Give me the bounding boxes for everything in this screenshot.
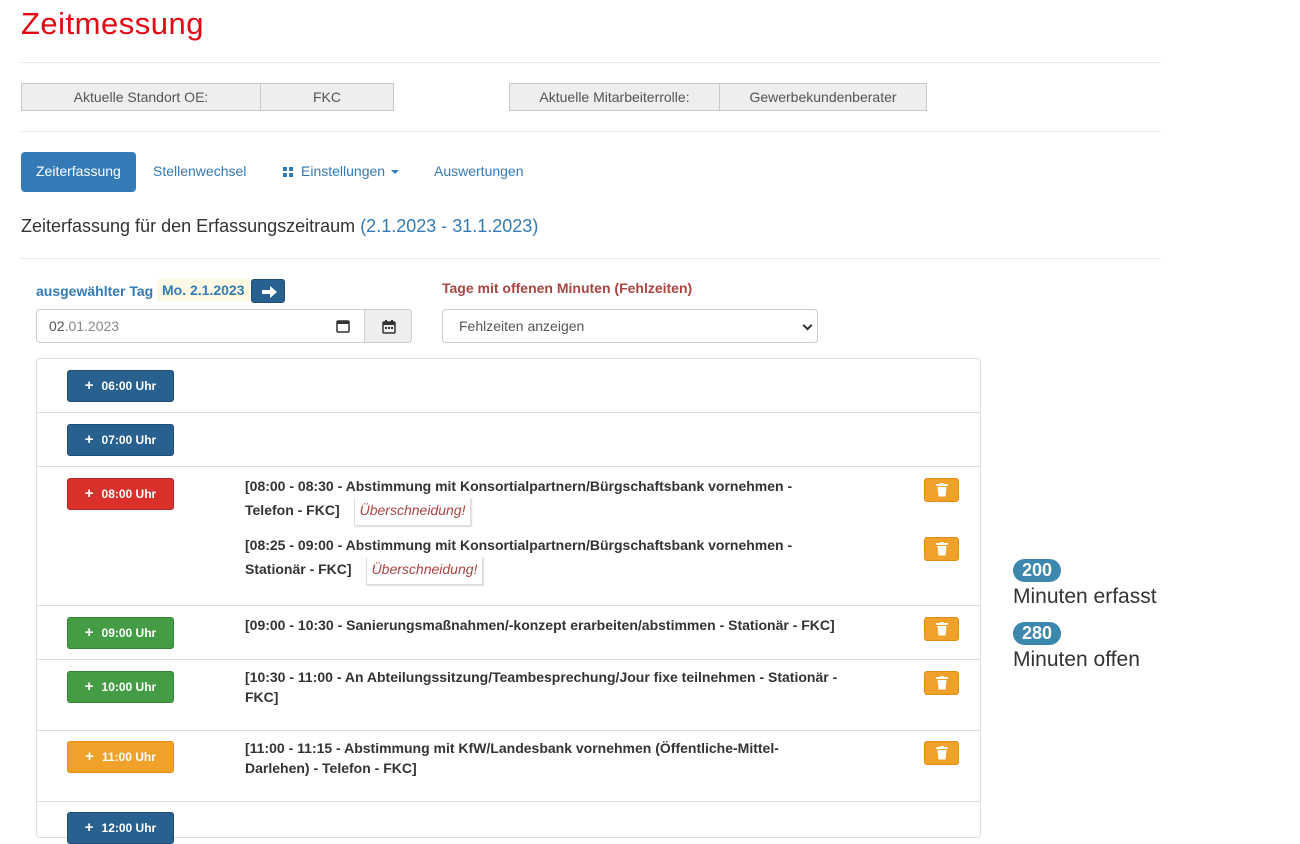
entry-line: Stationär - FKC] xyxy=(245,561,352,577)
entry-line: FKC] xyxy=(245,689,279,705)
delete-entry-button[interactable] xyxy=(924,671,959,695)
minutes-recorded-label: Minuten erfasst xyxy=(1013,585,1157,608)
time-slot-row: +08:00 Uhr [08:00 - 08:30 - Abstimmung m… xyxy=(37,467,980,606)
date-rest: .01.2023 xyxy=(64,318,120,334)
entry-line: [11:00 - 11:15 - Abstimmung mit KfW/Land… xyxy=(245,740,779,756)
tab-einstellungen[interactable]: Einstellungen xyxy=(283,152,400,192)
time-slot-row: +07:00 Uhr xyxy=(37,413,980,467)
slot-time: 10:00 Uhr xyxy=(101,680,157,694)
slot-time: 08:00 Uhr xyxy=(101,487,157,501)
tab-zeiterfassung[interactable]: Zeiterfassung xyxy=(21,152,136,192)
standort-info: Aktuelle Standort OE: FKC xyxy=(21,83,394,111)
period-heading: Zeiterfassung für den Erfassungszeitraum… xyxy=(21,216,538,237)
entry-line: [09:00 - 10:30 - Sanierungsmaßnahmen/-ko… xyxy=(245,617,835,633)
entry-line: [08:00 - 08:30 - Abstimmung mit Konsorti… xyxy=(245,478,793,494)
time-entry[interactable]: [10:30 - 11:00 - An Abteilungssitzung/Te… xyxy=(245,667,905,707)
time-slot-row: +06:00 Uhr xyxy=(37,359,980,413)
tab-auswertungen[interactable]: Auswertungen xyxy=(434,152,524,192)
trash-icon xyxy=(936,483,948,497)
time-slot-row: +12:00 Uhr xyxy=(37,802,980,844)
time-slot-row: +10:00 Uhr [10:30 - 11:00 - An Abteilung… xyxy=(37,660,980,731)
time-slot-row: +09:00 Uhr [09:00 - 10:30 - Sanierungsma… xyxy=(37,606,980,660)
time-entry[interactable]: [11:00 - 11:15 - Abstimmung mit KfW/Land… xyxy=(245,738,905,778)
slot-time: 09:00 Uhr xyxy=(101,626,157,640)
entry-line: Darlehen) - Telefon - FKC] xyxy=(245,760,417,776)
missing-days-select[interactable]: Fehlzeiten anzeigen xyxy=(442,309,818,343)
period-range: (2.1.2023 - 31.1.2023) xyxy=(360,216,539,236)
rolle-label: Aktuelle Mitarbeiterrolle: xyxy=(509,83,720,111)
minutes-recorded-badge: 200 xyxy=(1013,559,1062,582)
minutes-open-label: Minuten offen xyxy=(1013,648,1140,671)
page-title: Zeitmessung xyxy=(21,6,204,41)
tab-stellenwechsel[interactable]: Stellenwechsel xyxy=(153,152,246,192)
minutes-open: 280 Minuten offen xyxy=(1013,622,1140,672)
time-slot-panel: +06:00 Uhr +07:00 Uhr +08:00 Uhr [08:00 … xyxy=(36,358,981,844)
period-text: Zeiterfassung für den Erfassungszeitraum xyxy=(21,216,356,236)
missing-days-select-value: Fehlzeiten anzeigen xyxy=(459,318,585,334)
delete-entry-button[interactable] xyxy=(924,741,959,765)
trash-icon xyxy=(936,622,948,636)
add-entry-button[interactable]: +08:00 Uhr xyxy=(67,478,174,510)
divider xyxy=(21,131,1161,132)
time-entry[interactable]: [08:25 - 09:00 - Abstimmung mit Konsorti… xyxy=(245,533,905,585)
delete-entry-button[interactable] xyxy=(924,537,959,561)
slot-time: 12:00 Uhr xyxy=(101,821,157,835)
selected-day-value: Mo. 2.1.2023 xyxy=(157,279,250,301)
tab-einstellungen-label: Einstellungen xyxy=(301,163,386,179)
delete-entry-button[interactable] xyxy=(924,478,959,502)
add-entry-button[interactable]: +11:00 Uhr xyxy=(67,741,174,773)
trash-icon xyxy=(936,676,948,690)
grid-icon xyxy=(283,167,293,177)
slot-time: 06:00 Uhr xyxy=(101,379,157,393)
minutes-open-badge: 280 xyxy=(1013,622,1062,645)
add-entry-button[interactable]: +12:00 Uhr xyxy=(67,812,174,844)
add-entry-button[interactable]: +06:00 Uhr xyxy=(67,370,174,402)
trash-icon xyxy=(936,542,948,556)
divider xyxy=(21,258,1161,259)
date-input[interactable]: 02.01.2023 xyxy=(36,309,365,343)
chevron-down-icon xyxy=(802,320,813,331)
time-slot-row: +11:00 Uhr [11:00 - 11:15 - Abstimmung m… xyxy=(37,731,980,802)
time-entry[interactable]: [08:00 - 08:30 - Abstimmung mit Konsorti… xyxy=(245,474,905,526)
standort-label: Aktuelle Standort OE: xyxy=(21,83,261,111)
missing-days-label: Tage mit offenen Minuten (Fehlzeiten) xyxy=(442,280,693,296)
calendar-icon[interactable] xyxy=(336,319,350,333)
overlap-warning: Überschneidung! xyxy=(353,498,472,526)
delete-entry-button[interactable] xyxy=(924,617,959,641)
add-entry-button[interactable]: +10:00 Uhr xyxy=(67,671,174,703)
selected-day-label: ausgewählter Tag xyxy=(36,283,154,299)
rolle-value: Gewerbekundenberater xyxy=(720,83,927,111)
add-entry-button[interactable]: +09:00 Uhr xyxy=(67,617,174,649)
time-entry[interactable]: [09:00 - 10:30 - Sanierungsmaßnahmen/-ko… xyxy=(245,613,905,637)
calendar-icon xyxy=(382,320,396,334)
slot-time: 07:00 Uhr xyxy=(101,433,157,447)
entry-line: [08:25 - 09:00 - Abstimmung mit Konsorti… xyxy=(245,537,793,553)
caret-down-icon xyxy=(391,170,400,174)
slot-time: 11:00 Uhr xyxy=(101,750,156,764)
entry-line: [10:30 - 11:00 - An Abteilungssitzung/Te… xyxy=(245,669,838,685)
standort-value: FKC xyxy=(261,83,394,111)
next-day-button[interactable] xyxy=(251,279,285,303)
overlap-warning: Überschneidung! xyxy=(365,557,484,585)
divider xyxy=(21,62,1161,63)
trash-icon xyxy=(936,746,948,760)
add-entry-button[interactable]: +07:00 Uhr xyxy=(67,424,174,456)
minutes-recorded: 200 Minuten erfasst xyxy=(1013,559,1157,609)
rolle-info: Aktuelle Mitarbeiterrolle: Gewerbekunden… xyxy=(509,83,927,111)
arrow-right-icon xyxy=(262,286,277,298)
entry-line: Telefon - FKC] xyxy=(245,502,340,518)
date-day: 02 xyxy=(49,318,65,334)
calendar-button[interactable] xyxy=(364,309,412,343)
